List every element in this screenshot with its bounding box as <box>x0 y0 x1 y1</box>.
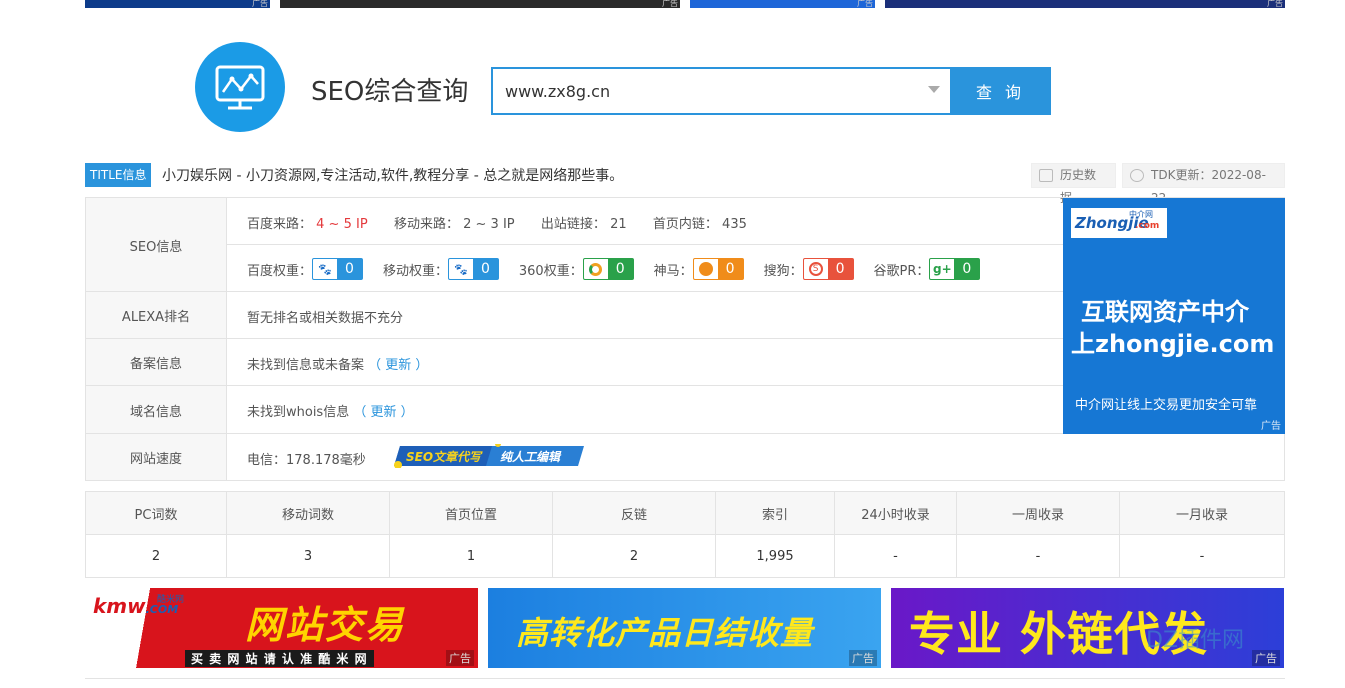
ad-tag: 广告 <box>1252 650 1280 666</box>
divider <box>86 385 1063 386</box>
speed-label: 网站速度 <box>86 434 227 480</box>
search-button[interactable]: 查 询 <box>950 67 1051 115</box>
side-ad-line3: 中介网让线上交易更加安全可靠 <box>1075 398 1258 413</box>
stats-header-cell: 反链 <box>553 492 716 535</box>
whois-update-link[interactable]: （ 更新 ） <box>353 405 413 420</box>
page-title: SEO综合查询 <box>311 77 469 107</box>
mobile-source-value: 2 ~ 3 IP <box>463 217 515 232</box>
side-ad-line1: 互联网资产中介 <box>1081 298 1249 326</box>
search-input[interactable] <box>493 69 913 113</box>
top-ad-2[interactable]: 广告 <box>280 0 680 8</box>
layers-icon <box>1039 169 1053 182</box>
kmw-ad-banner[interactable]: kmw.COM 酷米网 网站交易 买 卖 网 站 请 认 准 酷 米 网 广告 <box>85 588 478 668</box>
refresh-icon <box>1130 169 1144 182</box>
icp-update-link[interactable]: （ 更新 ） <box>368 358 428 373</box>
whois-value: 未找到whois信息 （ 更新 ） <box>247 405 414 420</box>
horse-icon <box>694 259 718 279</box>
divider <box>227 244 1063 245</box>
outbound-links-value: 21 <box>610 217 627 232</box>
weights-row: 百度权重： 🐾 0 移动权重： 🐾 0 360权重： 0 神马： 0 搜狗： S… <box>247 258 981 280</box>
seo-info-label: SEO信息 <box>86 198 227 292</box>
conversion-headline: 高转化产品日结收量 <box>516 614 814 652</box>
seo-info-table: SEO信息 ALEXA排名 备案信息 域名信息 网站速度 百度来路： 4 ~ 5… <box>85 197 1285 481</box>
traffic-stats: 百度来路： 4 ~ 5 IP 移动来路： 2 ~ 3 IP 出站链接： 21 首… <box>247 217 747 232</box>
stats-value-cell: 2 <box>86 535 227 577</box>
history-data-button[interactable]: 历史数据 <box>1031 163 1116 205</box>
stats-value-cell: 3 <box>227 535 390 577</box>
top-ad-4[interactable]: 广告 <box>885 0 1285 8</box>
side-ad-line2: 上zhongjie.com <box>1071 330 1275 358</box>
seo-banner-text-b: 纯人工编辑 <box>500 450 561 464</box>
sogou-icon: S <box>804 259 828 279</box>
kmw-headline: 网站交易 <box>245 603 406 647</box>
kmw-sub: 买 卖 网 站 请 认 准 酷 米 网 <box>185 650 374 667</box>
seo-monitor-icon <box>195 42 285 132</box>
stats-value-cell: 1,995 <box>716 535 835 577</box>
icp-label: 备案信息 <box>86 339 227 386</box>
alexa-label: ALEXA排名 <box>86 292 227 339</box>
stats-value-cell: 2 <box>553 535 716 577</box>
stats-header-cell: 移动词数 <box>227 492 390 535</box>
stats-value-cell: 1 <box>390 535 553 577</box>
paw-icon: 🐾 <box>454 262 468 276</box>
stats-header-cell: PC词数 <box>86 492 227 535</box>
sogou-weight-badge[interactable]: S 0 <box>802 258 854 280</box>
zhongjie-side-ad[interactable]: Zhongjie .com 中介网 互联网资产中介 上zhongjie.com … <box>1063 198 1285 434</box>
baidu-source-value: 4 ~ 5 IP <box>316 217 368 232</box>
site-title-text: 小刀娱乐网 - 小刀资源网,专注活动,软件,教程分享 - 总之就是网络那些事。 <box>162 168 624 184</box>
stats-header-cell: 一月收录 <box>1175 508 1228 523</box>
home-internal-links-value: 435 <box>722 217 747 232</box>
baidu-weight-badge[interactable]: 🐾 0 <box>312 258 363 280</box>
google-plus-icon: g+ <box>933 262 952 276</box>
ad-tag: 广告 <box>446 650 474 666</box>
whois-label: 域名信息 <box>86 386 227 434</box>
side-ad-tag: 广告 <box>1261 421 1281 432</box>
keyword-stats-table: PC词数 移动词数 首页位置 反链 索引 24小时收录 一周收录 一月收录 2 3 1 2 1,995-… <box>85 491 1285 578</box>
mobile-weight-badge[interactable]: 🐾 0 <box>447 258 499 280</box>
alexa-value: 暂无排名或相关数据不充分 <box>247 311 404 326</box>
circle-360-icon <box>584 259 608 279</box>
tdk-update-button[interactable]: TDK更新：2022-08-22 <box>1122 163 1285 205</box>
divider <box>86 291 1063 292</box>
speed-value: 电信：178.178毫秒 <box>247 453 366 468</box>
stats-value-cell: - <box>957 535 1120 577</box>
top-ad-3[interactable]: 广告 <box>690 0 875 8</box>
chevron-down-icon[interactable] <box>928 86 940 93</box>
zhongjie-logo: Zhongjie .com 中介网 <box>1071 208 1167 238</box>
watermark-logo: DZ插件网 <box>1146 628 1245 653</box>
top-ad-strip: 广告 广告 广告 广告 <box>0 0 1345 8</box>
google-pr-badge[interactable]: g+ 0 <box>929 258 981 280</box>
stats-value-cell: - <box>835 535 957 577</box>
search-box <box>491 67 950 115</box>
paw-icon: 🐾 <box>318 262 332 276</box>
seo-writing-banner[interactable]: SEO文章代写 纯人工编辑 <box>394 441 584 469</box>
stats-header-cell: 24小时收录 <box>835 492 957 535</box>
title-badge: TITLE信息 <box>85 163 152 187</box>
conversion-ad-banner[interactable]: 高转化产品日结收量 广告 <box>488 588 881 668</box>
360-weight-badge[interactable]: 0 <box>582 258 634 280</box>
shenma-weight-badge[interactable]: 0 <box>692 258 744 280</box>
stats-value-cell: - <box>1199 548 1205 564</box>
stats-header-cell: 索引 <box>716 492 835 535</box>
ad-tag: 广告 <box>849 650 877 666</box>
seo-banner-text-a: SEO文章代写 <box>406 450 482 464</box>
next-table-edge <box>85 678 1285 688</box>
stats-header-cell: 首页位置 <box>390 492 553 535</box>
icp-value: 未找到信息或未备案 （ 更新 ） <box>247 358 429 373</box>
top-ad-1[interactable]: 广告 <box>85 0 270 8</box>
stats-header-cell: 一周收录 <box>957 492 1120 535</box>
divider <box>86 338 1063 339</box>
